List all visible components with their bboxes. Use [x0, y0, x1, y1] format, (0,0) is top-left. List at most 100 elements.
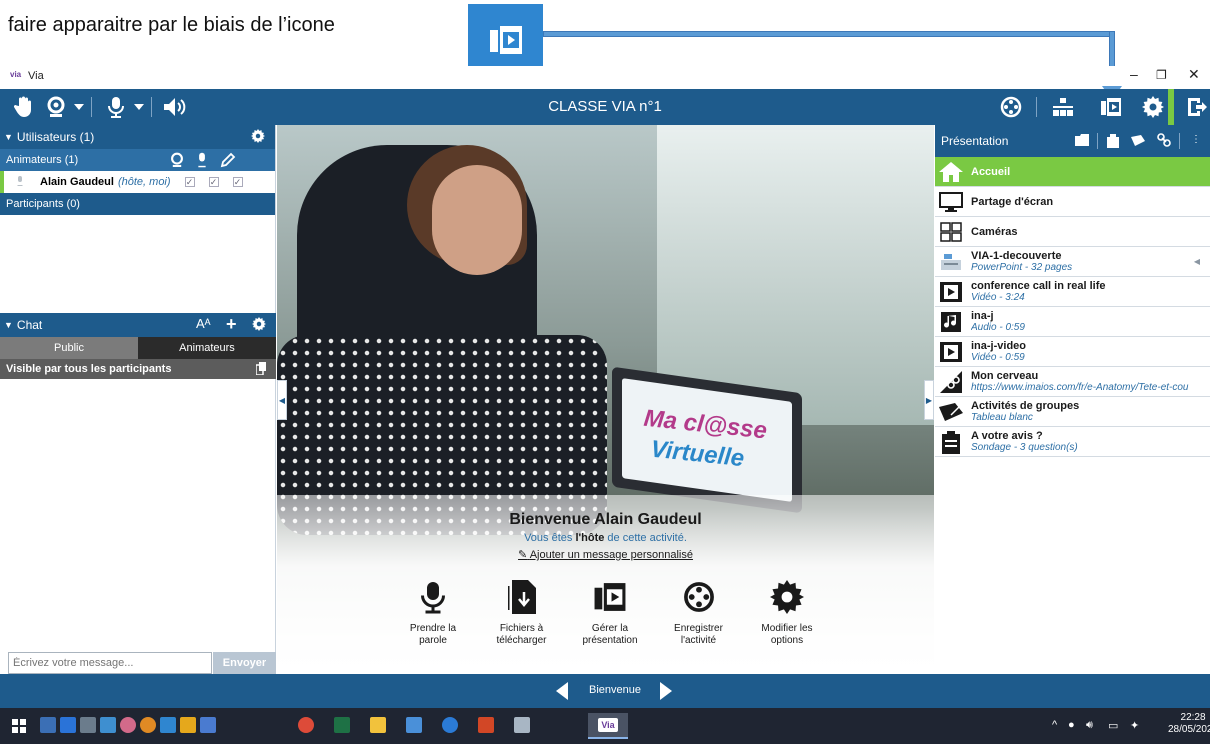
class-title: CLASSE VIA n°1: [548, 98, 662, 115]
presentation-header-label: Présentation: [941, 134, 1009, 148]
cameras-grid-icon: [937, 218, 965, 246]
collapse-left-panel-handle[interactable]: ◀: [277, 380, 287, 420]
pencil-icon[interactable]: [220, 152, 236, 171]
edit-options-action[interactable]: Modifier les options: [749, 579, 825, 647]
gear-icon[interactable]: [251, 129, 265, 146]
film-reel-icon[interactable]: [998, 95, 1024, 119]
taskbar-app-icon[interactable]: [80, 717, 96, 733]
action-label-line2: options: [770, 635, 804, 646]
taskbar-app-icon[interactable]: [406, 717, 422, 733]
collapse-triangle-icon[interactable]: ▼: [4, 320, 13, 330]
presentation-item-video[interactable]: ina-j-video Vidéo - 0:59: [935, 337, 1210, 367]
action-label-line1: Prendre la: [409, 623, 457, 634]
presentation-item-audio[interactable]: ina-j Audio - 0:59: [935, 307, 1210, 337]
folder-icon[interactable]: [1075, 134, 1089, 149]
presentation-item-accueil[interactable]: Accueil: [935, 157, 1210, 187]
microphone-icon[interactable]: [196, 152, 208, 171]
collapse-right-panel-handle[interactable]: ▶: [924, 380, 934, 420]
taskbar-app-icon[interactable]: [514, 717, 530, 733]
presentation-item-subtitle: https://www.imaios.com/fr/e-Anatomy/Tete…: [971, 381, 1189, 393]
presentation-item-text: Partage d'écran: [971, 196, 1209, 208]
layout-icon[interactable]: [1050, 95, 1076, 119]
via-taskbar-label: Via: [598, 718, 618, 732]
previous-slide-button[interactable]: [556, 682, 568, 700]
chevron-left-icon[interactable]: ◀: [1194, 257, 1200, 266]
presentation-item-title: conference call in real life: [971, 279, 1106, 292]
collapse-triangle-icon[interactable]: ▼: [4, 132, 13, 142]
taskbar-app-icon[interactable]: [140, 717, 156, 733]
presentation-item-text: Caméras: [971, 226, 1209, 238]
tab-public[interactable]: Public: [0, 337, 138, 359]
microphone-permission-checkbox[interactable]: ✓: [208, 177, 219, 187]
toolbar-separator: [1036, 97, 1037, 117]
windows-start-icon[interactable]: [12, 719, 26, 738]
presentation-item-title: VIA-1-decouverte: [971, 249, 1062, 262]
presentation-icon[interactable]: [1098, 95, 1124, 119]
tray-app-icon[interactable]: ●: [1068, 719, 1075, 731]
speak-action[interactable]: Prendre la parole: [395, 579, 471, 647]
more-icon[interactable]: ⋮: [1191, 134, 1201, 145]
custom-message-link[interactable]: ✎ Ajouter un message personnalisé: [277, 548, 934, 561]
send-button[interactable]: Envoyer: [213, 652, 276, 674]
whiteboard-icon[interactable]: [1131, 135, 1145, 149]
minimize-button[interactable]: –: [1130, 66, 1138, 82]
presentation-item-cameras[interactable]: Caméras: [935, 217, 1210, 247]
users-header-label: Utilisateurs (1): [16, 130, 95, 144]
presentation-item-powerpoint[interactable]: VIA-1-decouverte PowerPoint - 32 pages ◀: [935, 247, 1210, 277]
network-icon[interactable]: ▭: [1108, 719, 1118, 732]
webcam-icon[interactable]: [170, 152, 184, 171]
link-icon[interactable]: [1157, 133, 1171, 150]
chat-section-header[interactable]: ▼ Chat Aᴬ +: [0, 313, 276, 337]
volume-icon[interactable]: 🔊︎: [1086, 719, 1093, 732]
export-chat-icon[interactable]: [255, 362, 266, 378]
restore-button[interactable]: ❐: [1156, 68, 1167, 82]
chat-message-input[interactable]: [8, 652, 212, 674]
record-activity-action[interactable]: Enregistrer l'activité: [661, 579, 737, 647]
manage-presentation-action[interactable]: Gérer la présentation: [572, 579, 648, 647]
welcome-subtitle: Vous êtes l'hôte de cette activité.: [277, 532, 934, 544]
presentation-item-subtitle: Vidéo - 0:59: [971, 351, 1025, 363]
file-explorer-icon[interactable]: [370, 717, 386, 733]
close-button[interactable]: ✕: [1188, 66, 1200, 83]
tray-chevron-up-icon[interactable]: ^: [1052, 719, 1057, 731]
taskbar-app-icon[interactable]: [180, 717, 196, 733]
gear-icon[interactable]: [1140, 95, 1166, 119]
tab-animateurs[interactable]: Animateurs: [138, 337, 276, 359]
toolbar-separator: [1097, 133, 1098, 149]
gear-icon[interactable]: [252, 317, 266, 334]
users-section-header[interactable]: ▼ Utilisateurs (1): [0, 125, 275, 149]
presentation-item-title: Activités de groupes: [971, 399, 1080, 412]
presentation-item-screen-share[interactable]: Partage d'écran: [935, 187, 1210, 217]
taskbar-app-icon[interactable]: [200, 717, 216, 733]
download-files-action[interactable]: Fichiers à télécharger: [484, 579, 560, 647]
webcam-permission-checkbox[interactable]: ✓: [184, 177, 195, 187]
taskbar-app-icon[interactable]: [442, 717, 458, 733]
taskbar-app-icon[interactable]: [100, 717, 116, 733]
next-slide-button[interactable]: [660, 682, 672, 700]
taskbar-app-icon[interactable]: [60, 717, 76, 733]
excel-icon[interactable]: [334, 717, 350, 733]
presentation-item-video[interactable]: conference call in real life Vidéo - 3:24: [935, 277, 1210, 307]
welcome-sub-after: de cette activité.: [604, 532, 687, 544]
edit-permission-checkbox[interactable]: ✓: [232, 177, 243, 187]
chrome-icon[interactable]: [298, 717, 314, 733]
add-icon[interactable]: +: [226, 314, 237, 335]
font-size-icon[interactable]: Aᴬ: [196, 316, 211, 331]
presentation-item-link[interactable]: Mon cerveau https://www.imaios.com/fr/e-A…: [935, 367, 1210, 397]
taskbar-clock[interactable]: 22:28 28/05/2020: [1168, 712, 1210, 736]
tray-app-icon[interactable]: ✦: [1130, 719, 1139, 732]
taskbar-app-icon[interactable]: [120, 717, 136, 733]
exit-icon[interactable]: [1184, 95, 1210, 119]
user-row[interactable]: Alain Gaudeul (hôte, moi) ✓ ✓ ✓: [0, 171, 275, 193]
via-taskbar-button[interactable]: Via: [588, 713, 628, 739]
presentation-icon: [592, 579, 628, 615]
action-label-line2: présentation: [582, 635, 638, 646]
participants-header: Participants (0): [0, 193, 275, 215]
survey-icon[interactable]: [1107, 134, 1119, 151]
presentation-item-survey[interactable]: A votre avis ? Sondage - 3 question(s): [935, 427, 1210, 457]
taskbar-app-icon[interactable]: [160, 717, 176, 733]
powerpoint-icon[interactable]: [478, 717, 494, 733]
custom-message-link-label: Ajouter un message personnalisé: [529, 549, 693, 561]
presentation-item-whiteboard[interactable]: Activités de groupes Tableau blanc: [935, 397, 1210, 427]
taskbar-app-icon[interactable]: [40, 717, 56, 733]
